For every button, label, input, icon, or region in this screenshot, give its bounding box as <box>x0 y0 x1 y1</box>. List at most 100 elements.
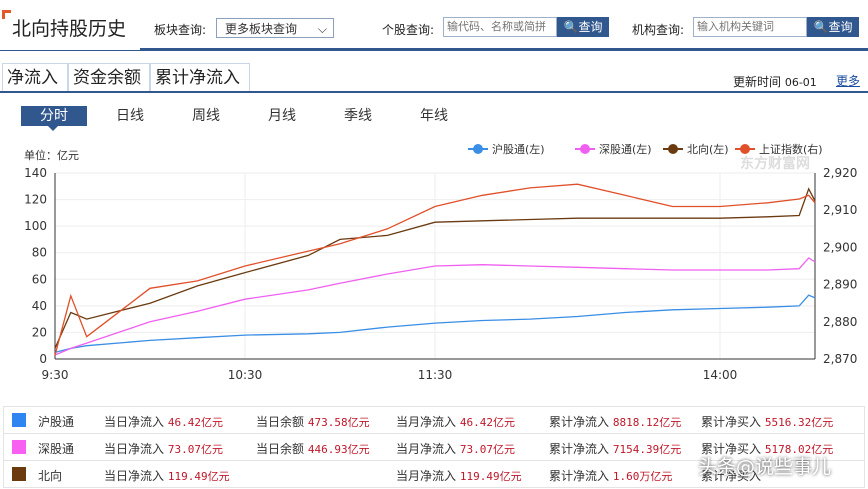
cell-value: 473.58亿元 <box>307 416 370 429</box>
period-intraday[interactable]: 分时 <box>21 106 87 126</box>
logo-corner <box>2 10 11 19</box>
search-icon: 🔍 <box>813 20 829 34</box>
org-search-input[interactable] <box>693 17 807 37</box>
cell-value: 73.07亿元 <box>459 443 515 456</box>
cell-value: 446.93亿元 <box>307 443 370 456</box>
cell-label: 当日净流入 <box>104 442 165 456</box>
summary-cell: 当日净流入 46.42亿元 <box>104 413 223 430</box>
stock-label: 个股查询: <box>382 23 435 37</box>
legend-marker-3 <box>740 144 750 154</box>
y-left-tick: 40 <box>32 299 47 313</box>
tab-net-inflow[interactable]: 净流入 <box>2 63 68 93</box>
legend-label: 沪股通(左) <box>492 142 545 156</box>
legend-marker-0 <box>473 144 483 154</box>
cell-label: 累计净流入 <box>549 469 610 483</box>
cell-label: 当日余额 <box>256 415 305 429</box>
sector-select[interactable]: 更多板块查询 ⌵ <box>216 18 334 38</box>
sector-label: 板块查询: <box>154 23 207 37</box>
cell-value: 1.60万亿元 <box>612 470 673 483</box>
y-left-tick: 20 <box>32 325 47 339</box>
cell-value: 73.07亿元 <box>167 443 223 456</box>
summary-cell: 当月净流入 46.42亿元 <box>396 413 515 430</box>
y-right-tick: 2,890 <box>823 278 857 292</box>
summary-row: 沪股通 当日净流入 46.42亿元 当日余额 473.58亿元 当月净流入 46.42… <box>3 406 865 434</box>
legend-marker-2 <box>668 144 678 154</box>
update-time: 更新时间 06-01 <box>733 73 817 90</box>
summary-cell: 累计净流入 8818.12亿元 <box>549 413 681 430</box>
cell-label: 当月净流入 <box>396 469 457 483</box>
more-link[interactable]: 更多 <box>836 72 860 89</box>
summary-cell: 当日余额 473.58亿元 <box>256 413 370 430</box>
cell-label: 当日净流入 <box>104 469 165 483</box>
y-left-tick: 80 <box>32 246 47 260</box>
summary-cell: 累计净流入 7154.39亿元 <box>549 440 681 457</box>
period-quarterly[interactable]: 季线 <box>325 106 391 126</box>
period-weekly[interactable]: 周线 <box>173 106 239 126</box>
cell-value: 46.42亿元 <box>167 416 223 429</box>
chevron-down-icon: ⌵ <box>317 22 327 36</box>
y-right-tick: 2,920 <box>823 166 857 180</box>
sector-value: 更多板块查询 <box>225 22 298 36</box>
tab-fund-balance[interactable]: 资金余额 <box>68 63 150 91</box>
search-label: 查询 <box>578 20 603 34</box>
y-left-tick: 100 <box>24 219 47 233</box>
tab-cumulative-inflow[interactable]: 累计净流入 <box>150 63 250 91</box>
cell-label: 累计净流入 <box>549 415 610 429</box>
y-right-tick: 2,910 <box>823 203 857 217</box>
cell-label: 当月净流入 <box>396 442 457 456</box>
line-chart: 0 20 40 60 80 100 120 140 2,870 2,880 2,890 2,900 2,… <box>24 142 857 382</box>
x-tick: 14:00 <box>703 368 738 382</box>
summary-cell: 当日余额 446.93亿元 <box>256 440 370 457</box>
row-name: 深股通 <box>38 442 75 456</box>
cell-value: 5516.32亿元 <box>764 416 834 429</box>
summary-cell: 累计净流入 1.60万亿元 <box>549 467 672 484</box>
org-search-button[interactable]: 🔍查询 <box>807 17 859 37</box>
y-left-tick: 0 <box>39 352 47 366</box>
period-yearly[interactable]: 年线 <box>401 106 467 126</box>
y-right-tick: 2,900 <box>823 240 857 254</box>
y-left-tick: 60 <box>32 272 47 286</box>
stock-search-button[interactable]: 🔍查询 <box>557 17 609 37</box>
cell-label: 累计净流入 <box>549 442 610 456</box>
color-swatch <box>12 467 26 481</box>
header-divider-accent <box>0 48 140 51</box>
legend-label: 上证指数(右) <box>759 142 823 156</box>
stock-search-input[interactable] <box>443 17 557 37</box>
cell-value: 119.49亿元 <box>459 470 522 483</box>
search-icon: 🔍 <box>563 20 579 34</box>
cell-value: 46.42亿元 <box>459 416 515 429</box>
legend-marker-1 <box>580 144 590 154</box>
summary-cell: 当月净流入 119.49亿元 <box>396 467 522 484</box>
cell-value: 7154.39亿元 <box>612 443 682 456</box>
update-label: 更新时间 <box>733 75 782 89</box>
cell-label: 累计净买入 <box>701 415 762 429</box>
summary-cell: 当日净流入 119.49亿元 <box>104 467 230 484</box>
cell-value: 119.49亿元 <box>167 470 230 483</box>
row-name: 沪股通 <box>38 415 75 429</box>
cell-label: 当日余额 <box>256 442 305 456</box>
cell-label: 当日净流入 <box>104 415 165 429</box>
search-label: 查询 <box>828 20 853 34</box>
period-monthly[interactable]: 月线 <box>249 106 315 126</box>
summary-cell: 当日净流入 73.07亿元 <box>104 440 223 457</box>
summary-cell: 累计净买入 5516.32亿元 <box>701 413 833 430</box>
page-title: 北向持股历史 <box>12 18 127 40</box>
x-tick: 9:30 <box>42 368 69 382</box>
x-tick: 10:30 <box>228 368 263 382</box>
y-right-tick: 2,880 <box>823 315 857 329</box>
x-tick: 11:30 <box>418 368 453 382</box>
legend-label: 北向(左) <box>687 142 729 156</box>
cell-label: 当月净流入 <box>396 415 457 429</box>
color-swatch <box>12 413 26 427</box>
period-daily[interactable]: 日线 <box>97 106 163 126</box>
overlay-watermark: 头条@说些事儿 <box>698 456 832 478</box>
y-right-tick: 2,870 <box>823 352 857 366</box>
row-name: 北向 <box>38 469 63 483</box>
update-date: 06-01 <box>784 76 817 89</box>
y-left-tick: 140 <box>24 166 47 180</box>
y-left-tick: 120 <box>24 193 47 207</box>
org-label: 机构查询: <box>632 23 685 37</box>
cell-value: 8818.12亿元 <box>612 416 682 429</box>
color-swatch <box>12 440 26 454</box>
tab-divider <box>0 91 868 93</box>
